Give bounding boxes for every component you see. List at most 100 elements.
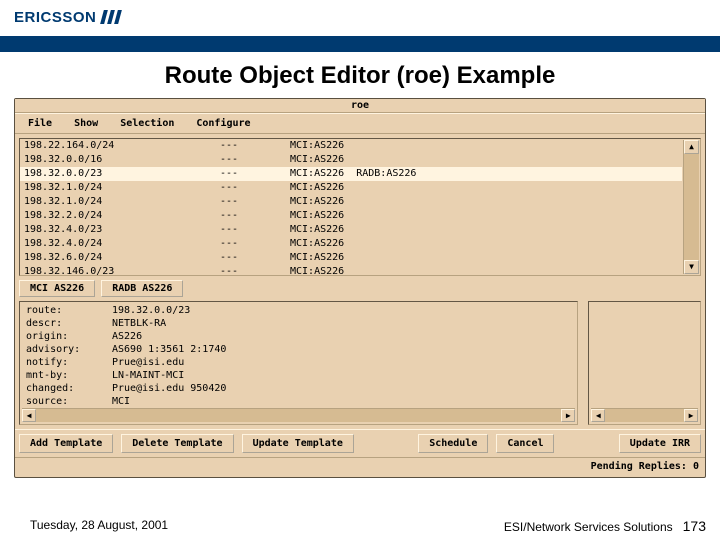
menu-configure[interactable]: Configure bbox=[187, 116, 259, 131]
action-button-row: Add Template Delete Template Update Temp… bbox=[15, 429, 705, 457]
detail-value: MCI bbox=[112, 395, 575, 406]
route-detail-panel: route:198.32.0.0/23descr:NETBLK-RAorigin… bbox=[19, 301, 578, 425]
db-tab-strip: MCI AS226 RADB AS226 bbox=[15, 280, 705, 301]
route-list-row[interactable]: 198.32.6.0/24---MCI:AS226 bbox=[20, 251, 682, 265]
schedule-button[interactable]: Schedule bbox=[418, 434, 488, 453]
detail-key: source: bbox=[22, 395, 112, 406]
scroll-up-icon[interactable]: ▲ bbox=[684, 140, 699, 154]
detail-value: AS690 1:3561 2:1740 bbox=[112, 343, 575, 356]
detail-key: route: bbox=[22, 304, 112, 317]
detail-hscroll[interactable]: ◀ ▶ bbox=[22, 408, 575, 422]
route-prefix: 198.22.164.0/24 bbox=[20, 139, 220, 153]
update-template-button[interactable]: Update Template bbox=[242, 434, 354, 453]
detail-row: route:198.32.0.0/23descr:NETBLK-RAorigin… bbox=[15, 301, 705, 429]
menu-file[interactable]: File bbox=[19, 116, 61, 131]
route-prefix: 198.32.6.0/24 bbox=[20, 251, 220, 265]
detail-row-item: changed:Prue@isi.edu 950420 bbox=[22, 382, 575, 395]
detail-key: origin: bbox=[22, 330, 112, 343]
secondary-hscroll[interactable]: ◀ ▶ bbox=[591, 408, 698, 422]
scroll-left-icon[interactable]: ◀ bbox=[22, 409, 36, 422]
detail-key: changed: bbox=[22, 382, 112, 395]
route-mid: --- bbox=[220, 251, 290, 265]
route-list-row[interactable]: 198.32.2.0/24---MCI:AS226 bbox=[20, 209, 682, 223]
detail-row-item: advisory:AS690 1:3561 2:1740 bbox=[22, 343, 575, 356]
slide-header: ERICSSON bbox=[0, 0, 720, 34]
roe-app-window: roe File Show Selection Configure 198.22… bbox=[14, 98, 706, 478]
route-list-row[interactable]: 198.32.4.0/23---MCI:AS226 bbox=[20, 223, 682, 237]
detail-value: LN-MAINT-MCI bbox=[112, 369, 575, 382]
update-irr-button[interactable]: Update IRR bbox=[619, 434, 701, 453]
slide-title: Route Object Editor (roe) Example bbox=[0, 62, 720, 90]
route-mid: --- bbox=[220, 181, 290, 195]
route-list-row[interactable]: 198.32.0.0/16---MCI:AS226 bbox=[20, 153, 682, 167]
route-list-row[interactable]: 198.32.1.0/24---MCI:AS226 bbox=[20, 181, 682, 195]
detail-row-item: notify:Prue@isi.edu bbox=[22, 356, 575, 369]
menu-show[interactable]: Show bbox=[65, 116, 107, 131]
route-mid: --- bbox=[220, 265, 290, 275]
tab-mci-as226[interactable]: MCI AS226 bbox=[19, 280, 95, 297]
detail-key: notify: bbox=[22, 356, 112, 369]
route-prefix: 198.32.146.0/23 bbox=[20, 265, 220, 275]
route-mid: --- bbox=[220, 153, 290, 167]
status-bar: Pending Replies: 0 bbox=[15, 457, 705, 477]
route-prefix: 198.32.1.0/24 bbox=[20, 181, 220, 195]
route-db: MCI:AS226 RADB:AS226 bbox=[290, 167, 682, 181]
detail-key: advisory: bbox=[22, 343, 112, 356]
detail-value: 198.32.0.0/23 bbox=[112, 304, 575, 317]
detail-row-item: origin:AS226 bbox=[22, 330, 575, 343]
route-db: MCI:AS226 bbox=[290, 181, 682, 195]
detail-value: AS226 bbox=[112, 330, 575, 343]
header-divider bbox=[0, 36, 720, 52]
route-db: MCI:AS226 bbox=[290, 209, 682, 223]
detail-value: NETBLK-RA bbox=[112, 317, 575, 330]
route-prefix: 198.32.0.0/23 bbox=[20, 167, 220, 181]
scroll-left-icon[interactable]: ◀ bbox=[591, 409, 605, 422]
route-db: MCI:AS226 bbox=[290, 139, 682, 153]
detail-row-item: mnt-by:LN-MAINT-MCI bbox=[22, 369, 575, 382]
menu-selection[interactable]: Selection bbox=[111, 116, 183, 131]
route-list-row[interactable]: 198.32.0.0/23---MCI:AS226 RADB:AS226 bbox=[20, 167, 682, 181]
route-list-row[interactable]: 198.22.164.0/24---MCI:AS226 bbox=[20, 139, 682, 153]
route-db: MCI:AS226 bbox=[290, 195, 682, 209]
detail-row-item: route:198.32.0.0/23 bbox=[22, 304, 575, 317]
route-list-row[interactable]: 198.32.1.0/24---MCI:AS226 bbox=[20, 195, 682, 209]
route-db: MCI:AS226 bbox=[290, 153, 682, 167]
tab-radb-as226[interactable]: RADB AS226 bbox=[101, 280, 183, 297]
route-prefix: 198.32.1.0/24 bbox=[20, 195, 220, 209]
route-prefix: 198.32.4.0/24 bbox=[20, 237, 220, 251]
scroll-right-icon[interactable]: ▶ bbox=[684, 409, 698, 422]
route-list-row[interactable]: 198.32.4.0/24---MCI:AS226 bbox=[20, 237, 682, 251]
detail-key: mnt-by: bbox=[22, 369, 112, 382]
detail-value: Prue@isi.edu 950420 bbox=[112, 382, 575, 395]
menubar: File Show Selection Configure bbox=[15, 113, 705, 134]
route-mid: --- bbox=[220, 223, 290, 237]
slide-footer: Tuesday, 28 August, 2001 ESI/Network Ser… bbox=[30, 518, 706, 534]
secondary-detail-panel: ◀ ▶ bbox=[588, 301, 701, 425]
scroll-right-icon[interactable]: ▶ bbox=[561, 409, 575, 422]
scroll-down-icon[interactable]: ▼ bbox=[684, 260, 699, 274]
route-prefix: 198.32.0.0/16 bbox=[20, 153, 220, 167]
route-prefix: 198.32.2.0/24 bbox=[20, 209, 220, 223]
footer-date: Tuesday, 28 August, 2001 bbox=[30, 518, 168, 534]
footer-org: ESI/Network Services Solutions bbox=[504, 520, 673, 534]
delete-template-button[interactable]: Delete Template bbox=[121, 434, 233, 453]
detail-value: Prue@isi.edu bbox=[112, 356, 575, 369]
list-scrollbar[interactable]: ▲ ▼ bbox=[683, 140, 699, 274]
route-mid: --- bbox=[220, 195, 290, 209]
route-mid: --- bbox=[220, 237, 290, 251]
route-mid: --- bbox=[220, 209, 290, 223]
window-titlebar: roe bbox=[15, 99, 705, 113]
route-db: MCI:AS226 bbox=[290, 237, 682, 251]
add-template-button[interactable]: Add Template bbox=[19, 434, 113, 453]
brand-bars-icon bbox=[102, 10, 120, 24]
brand-logo-text: ERICSSON bbox=[14, 9, 96, 26]
route-db: MCI:AS226 bbox=[290, 251, 682, 265]
route-mid: --- bbox=[220, 167, 290, 181]
route-list-row[interactable]: 198.32.146.0/23---MCI:AS226 bbox=[20, 265, 682, 275]
route-list: 198.22.164.0/24---MCI:AS226198.32.0.0/16… bbox=[19, 138, 701, 276]
route-mid: --- bbox=[220, 139, 290, 153]
detail-key: descr: bbox=[22, 317, 112, 330]
cancel-button[interactable]: Cancel bbox=[496, 434, 554, 453]
route-prefix: 198.32.4.0/23 bbox=[20, 223, 220, 237]
detail-row-item: source:MCI bbox=[22, 395, 575, 406]
